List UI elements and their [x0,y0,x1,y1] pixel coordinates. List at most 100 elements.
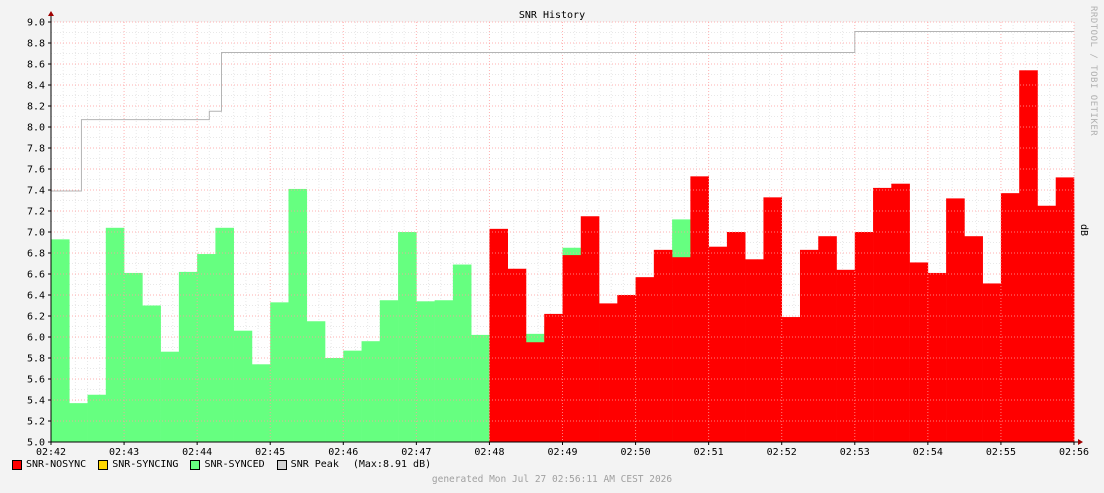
x-tick-label: 02:42 [36,447,66,458]
nosync-bar [1037,205,1057,442]
nosync-bar [1019,70,1038,443]
nosync-bar [745,259,764,442]
synced-bar [343,350,362,442]
synced-bar [452,264,472,442]
nosync-bar [781,317,801,442]
x-tick-label: 02:56 [1059,447,1089,458]
nosync-bar [690,176,709,442]
x-tick-label: 02:45 [255,447,285,458]
y-tick-label: 8.6 [27,60,45,71]
nosync-bar [891,183,910,442]
legend-peak-max: (Max:8.91 dB) [352,459,432,470]
x-tick-label: 02:53 [840,447,870,458]
nosync-bar [982,283,1002,442]
nosync-swatch [12,459,22,470]
y-tick-label: 7.8 [27,144,45,155]
nosync-bar [836,269,856,442]
nosync-bar [653,249,673,442]
synced-bar [69,403,88,442]
y-tick-label: 8.0 [27,123,45,134]
nosync-bar [599,303,618,442]
synced-bar [51,239,70,442]
y-tick-label: 6.2 [27,312,45,323]
synced-bar [124,272,143,442]
x-tick-label: 02:54 [913,447,943,458]
synced-bar [288,188,308,442]
x-tick-label: 02:44 [182,447,212,458]
nosync-bar [799,249,819,442]
nosync-bar [873,187,892,442]
nosync-bar [1055,177,1075,442]
legend: SNR-NOSYNC SNR-SYNCING SNR-SYNCED SNR Pe… [12,459,443,470]
x-tick-label: 02:49 [547,447,577,458]
x-tick-label: 02:46 [328,447,358,458]
generated-timestamp: generated Mon Jul 27 02:56:11 AM CEST 20… [431,474,673,485]
y-tick-label: 6.6 [27,270,45,281]
y-tick-label: 5.8 [27,354,45,365]
synced-bar [306,321,326,442]
y-tick-label: 7.0 [27,228,45,239]
nosync-bar [580,216,600,442]
syncing-swatch [98,459,109,470]
snr-history-chart: 5.0 5.2 5.4 5.6 5.8 6.0 6.2 6.4 6.6 6.8 7.0 7.2 7.4 7… [0,0,1104,493]
x-tick-label: 02:52 [767,447,797,458]
x-tick-label: 02:47 [401,447,431,458]
nosync-bar [763,197,783,442]
y-tick-label: 6.0 [27,333,45,344]
synced-bar [379,300,399,442]
synced-bar [398,232,417,442]
legend-peak-label: SNR Peak [290,459,339,470]
legend-synced-label: SNR-SYNCED [204,459,265,470]
nosync-bar [909,262,929,442]
y-tick-label: 5.4 [27,396,45,407]
nosync-bar [544,313,563,442]
nosync-bar [635,277,655,442]
nosync-bar [562,255,582,442]
x-tick-label: 02:43 [109,447,139,458]
legend-syncing: SNR-SYNCING [98,459,178,470]
x-tick-label: 02:50 [621,447,651,458]
nosync-bar [672,257,691,442]
y-tick-label: 5.2 [27,417,45,428]
chart-canvas: 5.05.25.45.65.86.06.26.46.66.87.07.27.47… [27,11,1089,458]
synced-bar [215,227,234,442]
y-tick-label: 7.2 [27,207,45,218]
watermark: RRDTOOL / TOBI OETIKER [1088,6,1098,137]
synced-bar [87,394,107,442]
synced-swatch [190,459,201,470]
y-tick-label: 6.8 [27,249,45,260]
legend-nosync-label: SNR-NOSYNC [26,459,87,470]
y-tick-label: 7.6 [27,165,45,176]
legend-nosync: SNR-NOSYNC [12,459,86,470]
y-tick-label: 6.4 [27,291,45,302]
y-axis-label: dB [1078,224,1089,237]
synced-bar [251,364,271,442]
y-tick-label: 5.6 [27,375,45,386]
synced-bar [142,305,161,442]
chart-title: SNR History [518,10,586,21]
nosync-bar [1000,193,1020,442]
y-tick-label: 8.8 [27,39,45,50]
synced-bar [197,254,216,442]
y-tick-label: 7.4 [27,186,45,197]
x-tick-label: 02:51 [694,447,724,458]
synced-bar [105,227,125,442]
synced-bar [233,330,253,442]
synced-bar [361,341,381,442]
nosync-bar [946,198,965,442]
legend-syncing-label: SNR-SYNCING [112,459,179,470]
x-tick-label: 02:55 [986,447,1016,458]
nosync-bar [489,228,508,442]
legend-synced: SNR-SYNCED [190,459,265,470]
nosync-bar [617,295,636,442]
synced-bar [471,334,490,442]
nosync-bar [818,236,837,442]
y-tick-label: 8.4 [27,81,45,92]
x-tick-label: 02:48 [474,447,504,458]
nosync-bar [927,272,947,442]
synced-bar [160,351,180,442]
synced-bar [178,271,198,442]
nosync-bar [525,342,545,442]
nosync-bar [964,236,983,442]
y-tick-label: 8.2 [27,102,45,113]
